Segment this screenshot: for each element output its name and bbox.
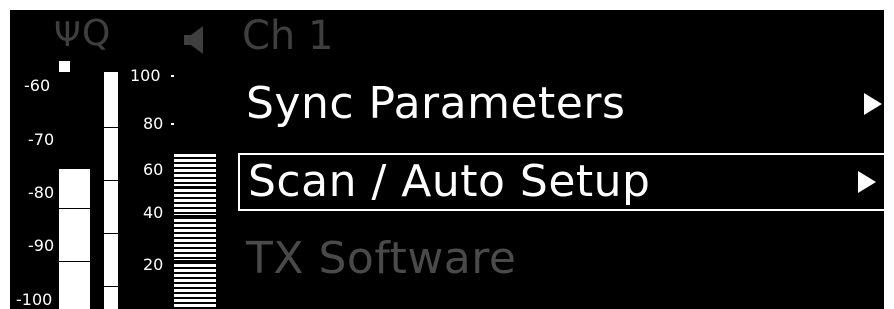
scale-tick	[171, 75, 174, 77]
menu-item-scan-auto-setup[interactable]: Scan / Auto Setup	[238, 153, 884, 211]
status-bar: Ψ Q Ch 1	[10, 10, 884, 62]
device-display: Ψ Q Ch 1 -60 -70 -80 -90 -100 100 80 60 …	[10, 10, 884, 309]
af-level-meter	[174, 154, 216, 309]
menu-item-sync-parameters[interactable]: Sync Parameters	[238, 75, 884, 133]
af-scale-label: 20	[143, 255, 164, 274]
rf-scale-label: -80	[28, 183, 55, 202]
rf-level-bar	[59, 169, 90, 309]
channel-label: Ch 1	[242, 13, 334, 59]
scale-tick	[171, 123, 174, 125]
antenna-icon: Ψ	[54, 15, 81, 55]
chevron-right-icon	[858, 171, 876, 193]
af-scale-label: 40	[143, 203, 164, 222]
menu-item-label: Sync Parameters	[246, 78, 626, 129]
af-scale-label: 80	[143, 114, 164, 133]
rf-scale-label: -60	[24, 76, 51, 95]
q-indicator: Q	[82, 13, 111, 54]
af-scale-label: 60	[143, 160, 164, 179]
menu-item-label: Scan / Auto Setup	[248, 156, 651, 207]
af-peak-bar	[104, 72, 118, 309]
rf-peak-indicator	[59, 61, 70, 72]
speaker-icon	[184, 26, 203, 54]
rf-scale-label: -70	[28, 130, 55, 149]
rf-scale-label: -90	[28, 236, 55, 255]
rf-scale-label: -100	[16, 290, 53, 309]
menu-item-label: TX Software	[246, 233, 517, 284]
chevron-right-icon	[864, 93, 882, 115]
af-scale-label: 100	[130, 66, 161, 85]
menu-item-tx-software[interactable]: TX Software	[238, 230, 884, 288]
